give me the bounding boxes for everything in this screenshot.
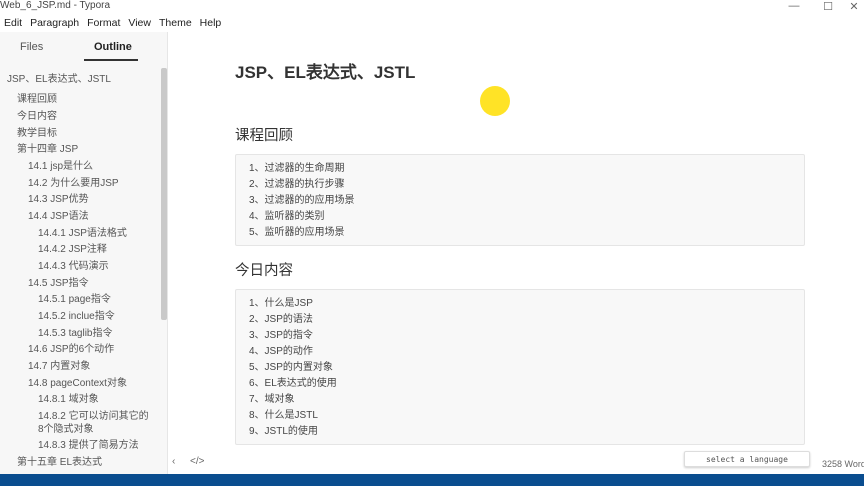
menu-view[interactable]: View	[124, 15, 155, 31]
active-tab-indicator	[84, 59, 138, 61]
outline-item[interactable]: 14.4.2 JSP注释	[38, 244, 107, 256]
tab-outline[interactable]: Outline	[94, 41, 132, 53]
outline-item[interactable]: 14.6 JSP的6个动作	[28, 344, 114, 356]
outline-item[interactable]: 14.7 内置对象	[28, 361, 90, 373]
outline-item[interactable]: 14.2 为什么要用JSP	[28, 178, 119, 190]
outline-item[interactable]: 教学目标	[17, 128, 57, 140]
document-title: JSP、EL表达式、JSTL	[235, 63, 416, 82]
sidebar-tabs: Files Outline	[0, 32, 167, 64]
outline-item[interactable]: 课程回顾	[17, 94, 57, 106]
word-count[interactable]: 3258 Words	[822, 459, 864, 469]
outline-item[interactable]: 14.8.3 提供了简易方法	[38, 440, 139, 452]
menu-bar: Edit Paragraph Format View Theme Help	[0, 15, 864, 31]
code-line: 1、什么是JSP	[249, 298, 313, 309]
language-select[interactable]: select a language	[684, 451, 810, 467]
code-line: 4、监听器的类别	[249, 211, 325, 222]
outline-item[interactable]: 14.4 JSP语法	[28, 211, 89, 223]
outline-item[interactable]: 14.8.1 域对象	[38, 394, 99, 406]
outline-item[interactable]: 今日内容	[17, 111, 57, 123]
code-block[interactable]: 1、什么是JSP 2、JSP的语法 3、JSP的指令 4、JSP的动作 5、JS…	[235, 289, 805, 445]
outline-item[interactable]: 14.5 JSP指令	[28, 278, 89, 290]
code-line: 1、过滤器的生命周期	[249, 163, 345, 174]
editor-content[interactable]: JSP、EL表达式、JSTL 课程回顾 1、过滤器的生命周期 2、过滤器的执行步…	[168, 32, 864, 474]
outline-item[interactable]: 第十四章 JSP	[17, 144, 78, 156]
section-heading: 课程回顾	[235, 128, 293, 144]
outline-item[interactable]: 14.5.3 taglib指令	[38, 328, 113, 340]
code-line: 2、JSP的语法	[249, 314, 313, 325]
sidebar-scrollbar[interactable]	[161, 68, 167, 320]
menu-paragraph[interactable]: Paragraph	[26, 15, 83, 31]
code-line: 8、什么是JSTL	[249, 410, 318, 421]
menu-theme[interactable]: Theme	[155, 15, 196, 31]
code-line: 7、域对象	[249, 394, 295, 405]
outline-item[interactable]: 8个隐式对象	[38, 424, 94, 436]
code-line: 3、过滤器的的应用场景	[249, 195, 355, 206]
menu-help[interactable]: Help	[196, 15, 226, 31]
code-line: 2、过滤器的执行步骤	[249, 179, 345, 190]
outline-item[interactable]: 14.4.3 代码演示	[38, 261, 109, 273]
window-title: Web_6_JSP.md - Typora	[0, 0, 111, 11]
menu-edit[interactable]: Edit	[0, 15, 26, 31]
code-line: 3、JSP的指令	[249, 330, 313, 341]
section-heading: 今日内容	[235, 263, 293, 279]
outline-item[interactable]: JSP、EL表达式、JSTL	[7, 74, 111, 86]
code-line: 6、EL表达式的使用	[249, 378, 337, 389]
outline-item[interactable]: 14.5.1 page指令	[38, 294, 111, 306]
code-block[interactable]: 1、过滤器的生命周期 2、过滤器的执行步骤 3、过滤器的的应用场景 4、监听器的…	[235, 154, 805, 246]
code-line: 5、JSP的内置对象	[249, 362, 333, 373]
outline-item[interactable]: 14.5.2 inclue指令	[38, 311, 115, 323]
outline-item[interactable]: 14.8.2 它可以访问其它的	[38, 411, 149, 423]
outline-item[interactable]: 14.3 JSP优势	[28, 194, 89, 206]
minimize-icon[interactable]: —	[778, 0, 810, 12]
menu-format[interactable]: Format	[83, 15, 124, 31]
code-line: 9、JSTL的使用	[249, 426, 318, 437]
outline-item[interactable]: 14.4.1 JSP语法格式	[38, 228, 127, 240]
outline-item[interactable]: 第十五章 EL表达式	[17, 457, 102, 469]
code-line: 4、JSP的动作	[249, 346, 313, 357]
outline-item[interactable]: 14.1 jsp是什么	[28, 161, 93, 173]
tab-files[interactable]: Files	[20, 41, 43, 53]
code-line: 5、监听器的应用场景	[249, 227, 345, 238]
taskbar	[0, 474, 864, 486]
title-bar: Web_6_JSP.md - Typora — ☐ ✕	[0, 0, 864, 14]
close-icon[interactable]: ✕	[838, 0, 864, 13]
sidebar: Files Outline JSP、EL表达式、JSTL 课程回顾 今日内容 教…	[0, 32, 168, 474]
outline-item[interactable]: 14.8 pageContext对象	[28, 378, 127, 390]
cursor-highlight	[480, 86, 510, 116]
